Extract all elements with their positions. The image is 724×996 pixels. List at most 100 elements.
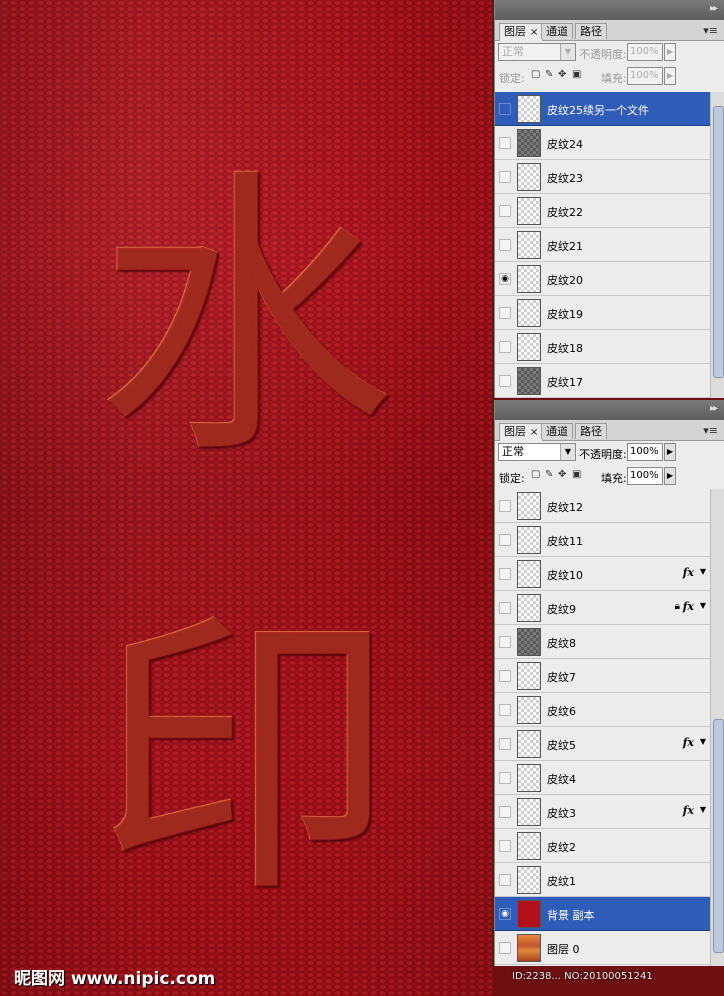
visibility-toggle[interactable]: [499, 874, 511, 886]
layer-name[interactable]: 背景 副本: [547, 907, 595, 923]
visibility-toggle[interactable]: [499, 137, 511, 149]
layer-row[interactable]: 皮纹21: [495, 228, 710, 262]
fill-input[interactable]: 100%: [627, 67, 663, 85]
visibility-toggle[interactable]: [499, 375, 511, 387]
visibility-toggle[interactable]: [499, 171, 511, 183]
layer-name[interactable]: 皮纹21: [547, 238, 583, 254]
blend-mode-select[interactable]: 正常 ▼: [498, 43, 576, 61]
layer-row[interactable]: 皮纹11: [495, 523, 710, 557]
scrollbar-top[interactable]: [710, 92, 724, 398]
layer-thumbnail[interactable]: [517, 95, 541, 123]
layer-thumbnail[interactable]: [517, 696, 541, 724]
layer-thumbnail[interactable]: [517, 367, 541, 395]
visibility-toggle[interactable]: [499, 704, 511, 716]
layer-thumbnail[interactable]: [517, 798, 541, 826]
visibility-toggle[interactable]: [499, 205, 511, 217]
layer-thumbnail[interactable]: [517, 492, 541, 520]
layer-name[interactable]: 皮纹23: [547, 170, 583, 186]
tab-channels[interactable]: 通道: [541, 423, 573, 439]
layer-row[interactable]: 皮纹18: [495, 330, 710, 364]
tab-layers[interactable]: 图层 ×: [499, 423, 544, 441]
fill-slider-button[interactable]: ▶: [664, 467, 676, 485]
layer-thumbnail[interactable]: [517, 934, 541, 962]
collapse-icon[interactable]: ▸▸: [710, 3, 718, 14]
tab-paths[interactable]: 路径: [575, 423, 607, 439]
visibility-toggle[interactable]: [499, 239, 511, 251]
lock-transparent-icon[interactable]: ▢: [531, 470, 541, 480]
layer-name[interactable]: 皮纹20: [547, 272, 583, 288]
collapse-icon[interactable]: ▸▸: [710, 403, 718, 414]
lock-all-icon[interactable]: ▣: [572, 470, 582, 480]
layer-row[interactable]: ◉ 皮纹20: [495, 262, 710, 296]
lock-brush-icon[interactable]: ✎: [545, 70, 555, 80]
fill-slider-button[interactable]: ▶: [664, 67, 676, 85]
lock-move-icon[interactable]: ✥: [558, 70, 568, 80]
visibility-toggle[interactable]: [499, 806, 511, 818]
layer-thumbnail[interactable]: [517, 526, 541, 554]
chevron-down-icon[interactable]: ▼: [700, 805, 706, 814]
visibility-toggle[interactable]: [499, 341, 511, 353]
scrollbar-bottom[interactable]: [710, 489, 724, 966]
tab-paths[interactable]: 路径: [575, 23, 607, 39]
layer-effects-icon[interactable]: fx: [683, 736, 694, 749]
layer-name[interactable]: 皮纹17: [547, 374, 583, 390]
layer-row[interactable]: 皮纹3 fx ▼: [495, 795, 710, 829]
visibility-toggle[interactable]: [499, 670, 511, 682]
layer-name[interactable]: 皮纹8: [547, 635, 576, 651]
tab-channels[interactable]: 通道: [541, 23, 573, 39]
opacity-input[interactable]: 100%: [627, 43, 663, 61]
layer-name[interactable]: 皮纹1: [547, 873, 576, 889]
layer-effects-icon[interactable]: fx: [683, 566, 694, 579]
opacity-input[interactable]: 100%: [627, 443, 663, 461]
layer-effects-icon[interactable]: fx: [683, 804, 694, 817]
layer-row[interactable]: 皮纹17: [495, 364, 710, 398]
layer-name[interactable]: 皮纹4: [547, 771, 576, 787]
visibility-toggle[interactable]: [499, 534, 511, 546]
layer-row[interactable]: 皮纹4: [495, 761, 710, 795]
layer-thumbnail[interactable]: [517, 764, 541, 792]
layer-row[interactable]: 皮纹1: [495, 863, 710, 897]
layer-name[interactable]: 皮纹22: [547, 204, 583, 220]
visibility-toggle[interactable]: [499, 636, 511, 648]
layer-name[interactable]: 皮纹12: [547, 499, 583, 515]
layer-row[interactable]: 皮纹7: [495, 659, 710, 693]
chevron-down-icon[interactable]: ▼: [700, 567, 706, 576]
layer-row[interactable]: 图层 0: [495, 931, 710, 965]
layer-name[interactable]: 皮纹11: [547, 533, 583, 549]
layer-thumbnail[interactable]: [517, 129, 541, 157]
layer-row[interactable]: 皮纹8: [495, 625, 710, 659]
eye-icon[interactable]: ◉: [499, 273, 511, 285]
panel-menu-icon[interactable]: ▾≡: [703, 24, 718, 37]
layer-thumbnail[interactable]: [517, 163, 541, 191]
document-canvas[interactable]: 水 印 昵图网 www.nipic.com: [0, 0, 492, 996]
layer-name[interactable]: 皮纹5: [547, 737, 576, 753]
layer-row[interactable]: 皮纹2: [495, 829, 710, 863]
visibility-toggle[interactable]: [499, 602, 511, 614]
layer-name[interactable]: 皮纹3: [547, 805, 576, 821]
layer-row[interactable]: 皮纹10 fx ▼: [495, 557, 710, 591]
layer-row[interactable]: 皮纹6: [495, 693, 710, 727]
layer-name[interactable]: 皮纹7: [547, 669, 576, 685]
lock-brush-icon[interactable]: ✎: [545, 470, 555, 480]
lock-transparent-icon[interactable]: ▢: [531, 70, 541, 80]
visibility-toggle[interactable]: [499, 500, 511, 512]
layer-name[interactable]: 皮纹24: [547, 136, 583, 152]
close-icon[interactable]: ×: [530, 27, 538, 38]
visibility-toggle[interactable]: [499, 840, 511, 852]
panel-titlebar[interactable]: ▸▸: [495, 400, 724, 420]
panel-titlebar[interactable]: ▸▸: [495, 0, 724, 20]
layer-row[interactable]: 皮纹25续另一个文件: [495, 92, 710, 126]
eye-icon[interactable]: ◉: [499, 908, 511, 920]
layer-name[interactable]: 皮纹9: [547, 601, 576, 617]
chevron-down-icon[interactable]: ▼: [700, 601, 706, 610]
layer-thumbnail[interactable]: [517, 560, 541, 588]
fill-input[interactable]: 100%: [627, 467, 663, 485]
layer-row[interactable]: 皮纹12: [495, 489, 710, 523]
layer-thumbnail[interactable]: [517, 299, 541, 327]
layer-name[interactable]: 皮纹2: [547, 839, 576, 855]
opacity-slider-button[interactable]: ▶: [664, 43, 676, 61]
visibility-toggle[interactable]: [499, 568, 511, 580]
layer-effects-icon[interactable]: fx: [683, 600, 694, 613]
layer-row[interactable]: 皮纹24: [495, 126, 710, 160]
layer-row[interactable]: 皮纹22: [495, 194, 710, 228]
